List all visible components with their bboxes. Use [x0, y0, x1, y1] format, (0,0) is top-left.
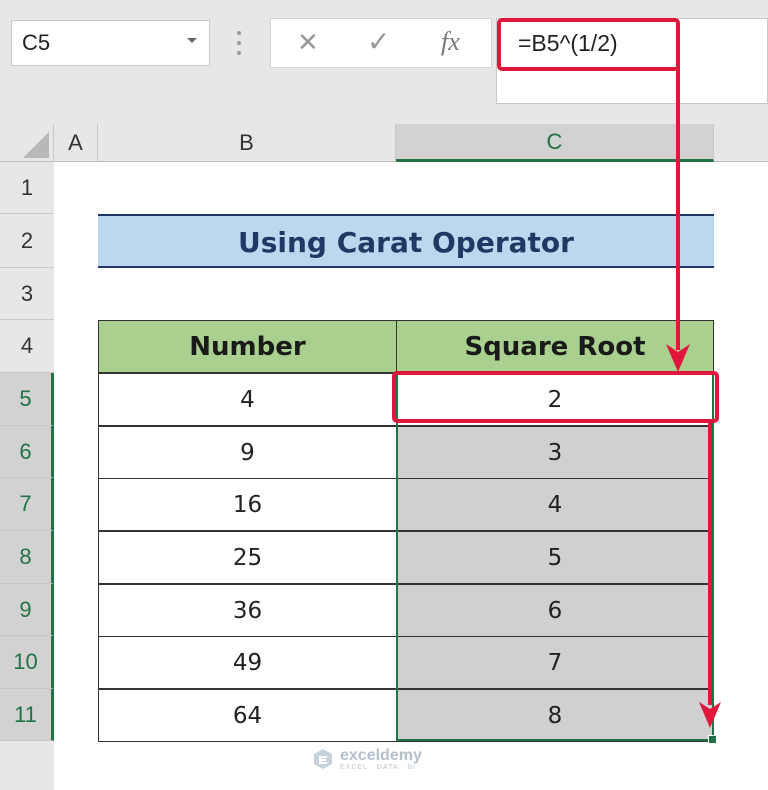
watermark-tagline: EXCEL · DATA · BI: [340, 763, 416, 771]
row-header-8[interactable]: 8: [0, 531, 54, 584]
cell-number[interactable]: 25: [98, 531, 397, 584]
formula-text: =B5^(1/2): [518, 30, 618, 56]
cell-number[interactable]: 49: [98, 636, 397, 689]
cell-number[interactable]: 36: [98, 584, 397, 637]
cell-number[interactable]: 4: [98, 373, 397, 426]
row-header-11[interactable]: 11: [0, 689, 54, 741]
check-icon[interactable]: ✓: [367, 25, 393, 57]
column-header-b[interactable]: B: [98, 124, 396, 162]
sheet-title[interactable]: Using Carat Operator: [98, 214, 714, 268]
row-header-10[interactable]: 10: [0, 636, 54, 689]
fill-handle[interactable]: [708, 735, 717, 744]
row-header-6[interactable]: 6: [0, 426, 54, 478]
row-header-2[interactable]: 2: [0, 214, 54, 268]
watermark: exceldemy EXCEL · DATA · BI: [312, 744, 462, 774]
row-header-3[interactable]: 3: [0, 268, 54, 320]
column-header-c[interactable]: C: [396, 124, 714, 162]
name-box-value: C5: [22, 30, 51, 55]
exceldemy-logo-icon: [314, 749, 332, 769]
row-header-7[interactable]: 7: [0, 478, 54, 531]
table-header-number[interactable]: Number: [98, 320, 397, 373]
grip-dots-icon[interactable]: [236, 29, 242, 57]
insert-function-icon[interactable]: fx: [441, 27, 460, 57]
row-header-1[interactable]: 1: [0, 162, 54, 214]
title-underline: [98, 266, 714, 268]
column-header-a[interactable]: A: [54, 124, 98, 162]
cell-number[interactable]: 16: [98, 478, 397, 531]
row-header-5[interactable]: 5: [0, 373, 54, 426]
cell-number[interactable]: 9: [98, 426, 397, 479]
table-header-square-root[interactable]: Square Root: [396, 320, 714, 373]
watermark-name: exceldemy: [340, 746, 422, 764]
cancel-icon[interactable]: ✕: [297, 27, 323, 57]
name-box[interactable]: C5: [11, 20, 210, 66]
formula-buttons: ✕ ✓ fx: [270, 18, 492, 68]
row-header-4[interactable]: 4: [0, 320, 54, 373]
select-all-corner[interactable]: [0, 124, 54, 162]
row-header-filler: [0, 741, 54, 790]
chevron-down-icon[interactable]: [185, 33, 199, 47]
row-header-9[interactable]: 9: [0, 584, 54, 636]
cell-number[interactable]: 64: [98, 689, 397, 742]
select-all-icon: [23, 132, 49, 158]
selection-range: [396, 373, 714, 741]
